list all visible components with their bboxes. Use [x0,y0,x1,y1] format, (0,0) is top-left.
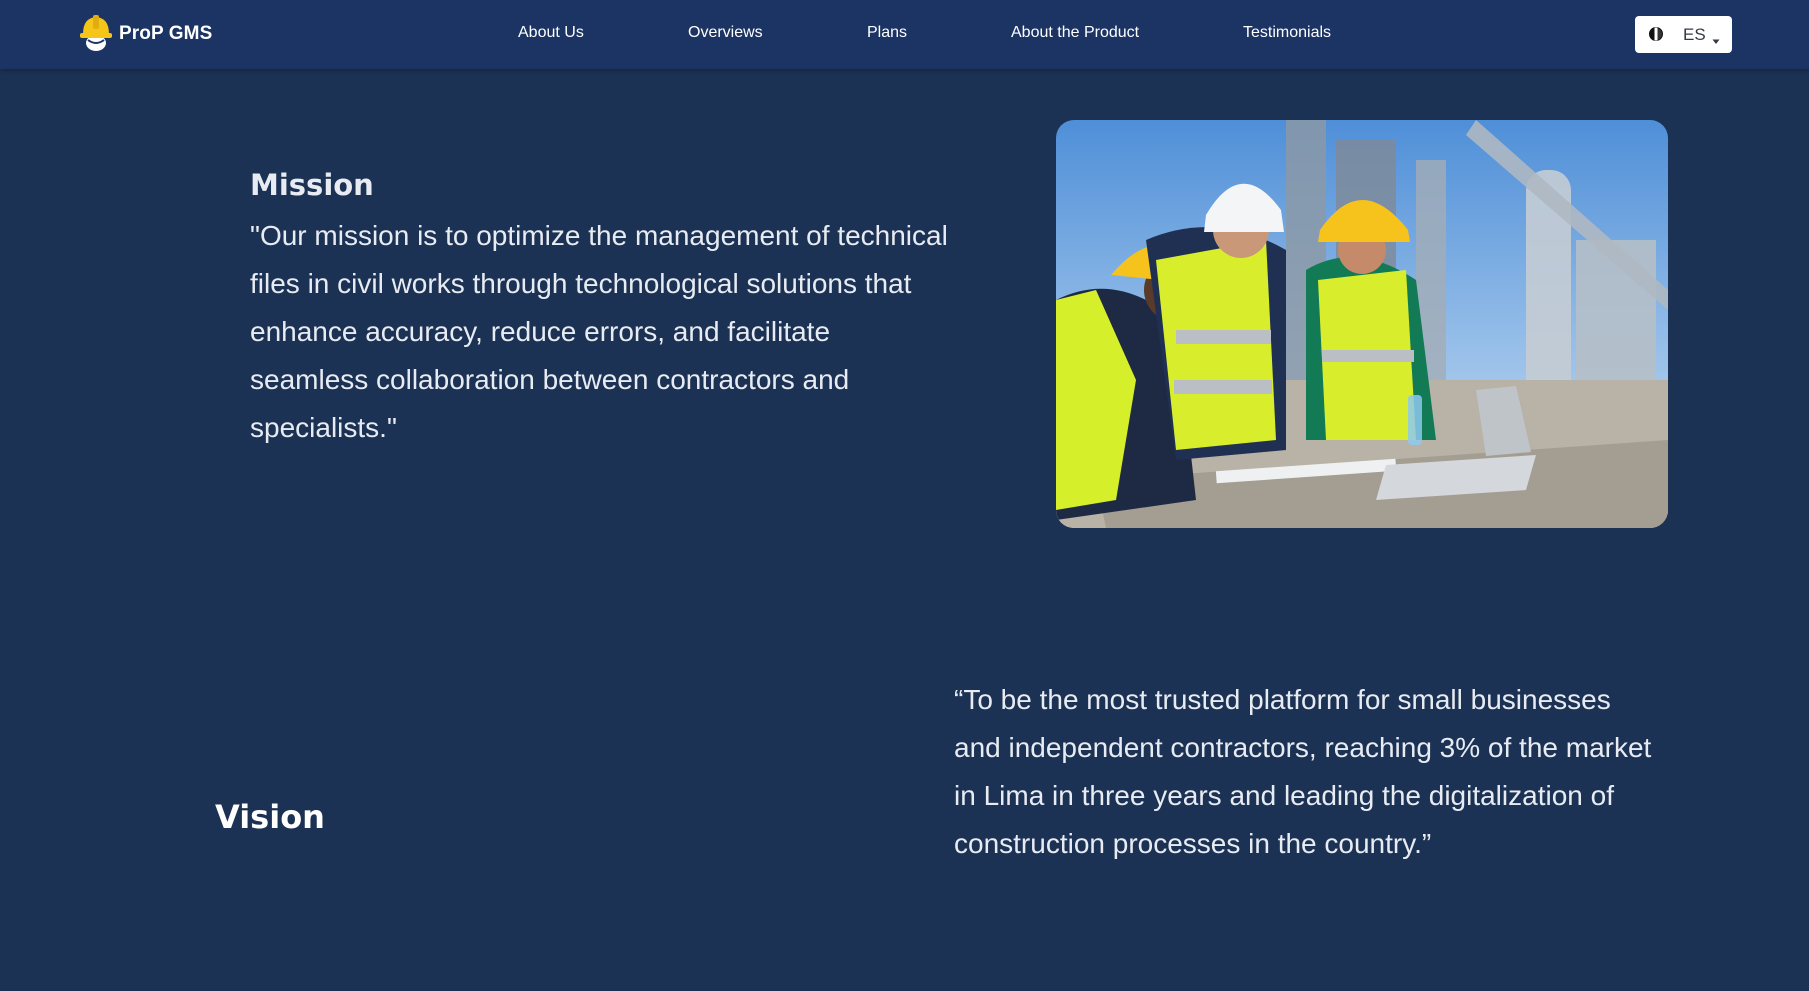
nav-overviews[interactable]: Overviews [688,24,763,42]
vision-heading: Vision [215,798,325,836]
brand-name: ProP GMS [119,23,213,44]
mission-heading: Mission [250,168,374,202]
flag-icon [1649,27,1663,46]
nav-testimonials[interactable]: Testimonials [1243,24,1331,42]
hard-hat-icon [79,12,113,57]
nav-about-us[interactable]: About Us [518,24,584,42]
nav-about-the-product[interactable]: About the Product [1011,24,1139,42]
construction-workers-image [1056,120,1668,528]
language-code: ES [1683,25,1706,44]
caret-down-icon [1712,32,1720,50]
brand-logo-link[interactable]: ProP GMS [79,13,212,55]
mission-text: "Our mission is to optimize the manageme… [250,220,948,443]
top-navbar: ProP GMS About Us Overviews Plans About … [0,0,1809,69]
language-select[interactable]: ES [1635,16,1732,53]
nav-plans[interactable]: Plans [867,24,907,42]
vision-text: “To be the most trusted platform for sma… [954,684,1652,859]
